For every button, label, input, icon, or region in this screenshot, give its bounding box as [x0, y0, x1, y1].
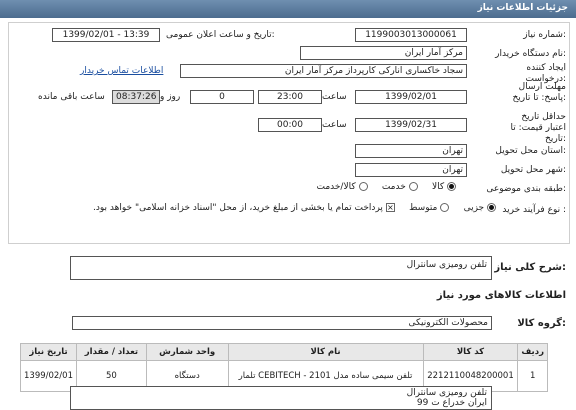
- col-code: کد کالا: [422, 343, 519, 361]
- process-radio-group: جزیی متوسط × پرداخت تمام یا بخشی از مبلغ…: [93, 203, 496, 213]
- summary-text: تلفن رومیزی سانترال: [406, 260, 487, 270]
- page-header: جزئیات اطلاعات نیاز: [0, 0, 576, 18]
- category-goods-label: کالا: [431, 182, 445, 192]
- goods-table: ردیف کد کالا نام کالا واحد شمارش تعداد /…: [20, 343, 548, 392]
- creator-field: سجاد خاکساری انارکی کارپرداز مرکز آمار ا…: [180, 64, 467, 78]
- col-qty: تعداد / مقدار: [76, 343, 147, 361]
- announce-date-field: 1399/02/01 - 13:39: [52, 28, 160, 42]
- process-medium-radio[interactable]: [440, 203, 450, 212]
- treasury-payment-checkbox[interactable]: ×: [385, 203, 395, 212]
- notes-line-1: تلفن رومیزی سانترال: [406, 388, 487, 398]
- goods-group-label: گروه کالا:: [517, 318, 566, 329]
- page-title: جزئیات اطلاعات نیاز: [477, 3, 568, 13]
- reply-deadline-label: مهلت ارسال پاسخ: تا تاریخ:: [512, 82, 566, 103]
- treasury-payment-note: پرداخت تمام یا بخشی از مبلغ خرید، از محل…: [93, 203, 383, 213]
- cell-row: 1: [517, 360, 548, 392]
- province-field: تهران: [355, 144, 467, 158]
- category-radio-group: کالا خدمت کالا/خدمت: [316, 182, 456, 192]
- validity-time-label: ساعت: [322, 120, 347, 130]
- col-unit: واحد شمارش: [145, 343, 229, 361]
- reply-time-field: 23:00: [258, 90, 322, 104]
- reply-date-field: 1399/02/01: [355, 90, 467, 104]
- category-service-label: خدمت: [381, 182, 406, 192]
- goods-group-field: محصولات الکترونیکی: [72, 316, 492, 330]
- buyer-org-field: مرکز آمار ایران: [300, 46, 467, 60]
- col-row: ردیف: [517, 343, 548, 361]
- buyer-contact-link[interactable]: اطلاعات تماس خریدار: [80, 66, 163, 76]
- category-label: طبقه بندی موضوعی:: [486, 184, 566, 194]
- announce-date-label: تاریخ و ساعت اعلان عمومی:: [166, 30, 275, 40]
- process-minor-radio[interactable]: [487, 203, 496, 212]
- reply-time-label: ساعت: [322, 92, 347, 102]
- summary-label: شرح کلی نیاز:: [494, 262, 566, 273]
- category-goods-service-radio[interactable]: [358, 182, 368, 191]
- col-date: تاریخ نیاز: [20, 343, 77, 361]
- remaining-time-field: 08:37:26: [112, 90, 160, 104]
- category-service-radio[interactable]: [408, 182, 418, 191]
- buyer-org-label: نام دستگاه خریدار:: [495, 49, 566, 59]
- summary-field: تلفن رومیزی سانترال: [70, 256, 492, 280]
- goods-table-header: ردیف کد کالا نام کالا واحد شمارش تعداد /…: [20, 343, 548, 361]
- process-medium-label: متوسط: [409, 203, 438, 213]
- need-number-label: شماره نیاز:: [523, 30, 566, 40]
- days-label: روز و: [160, 92, 181, 102]
- remaining-label: ساعت باقی مانده: [38, 92, 105, 102]
- city-field: تهران: [355, 163, 467, 177]
- need-number-field: 1199003013000061: [355, 28, 467, 42]
- days-field: 0: [190, 90, 254, 104]
- category-goods-service-label: کالا/خدمت: [316, 182, 356, 192]
- goods-section-title: اطلاعات کالاهای مورد نیاز: [436, 290, 566, 301]
- validity-date-field: 1399/02/31: [355, 118, 467, 132]
- category-goods-radio[interactable]: [447, 182, 456, 191]
- process-minor-label: جزیی: [463, 203, 485, 213]
- validity-time-field: 00:00: [258, 118, 322, 132]
- notes-field: تلفن رومیزی سانترال ایران خدراع ت 99: [70, 386, 492, 410]
- city-label: شهر محل تحویل:: [500, 165, 566, 175]
- col-name: نام کالا: [227, 343, 424, 361]
- process-label: نوع فرآیند خرید :: [502, 205, 566, 215]
- cell-date: 1399/02/01: [20, 360, 77, 392]
- validity-label: حداقل تاریخ اعتبار قیمت: تا تاریخ:: [510, 112, 566, 144]
- province-label: استان محل تحویل:: [495, 146, 566, 156]
